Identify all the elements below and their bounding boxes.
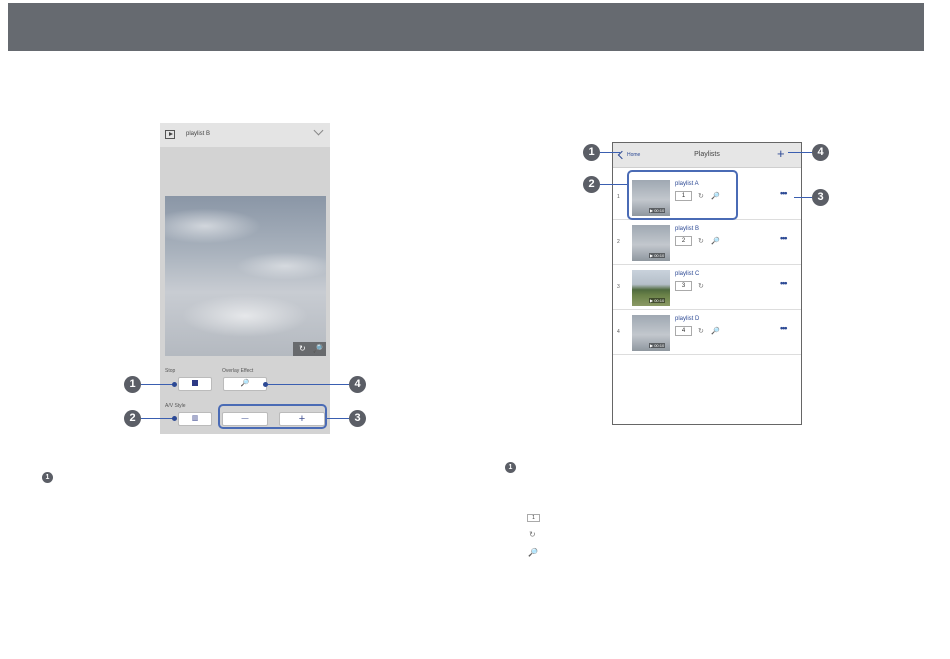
callout-1-left: 1	[124, 376, 141, 393]
magic-wand-icon: 🔎	[240, 380, 250, 387]
leader-line	[327, 418, 349, 419]
repeat-icon: ↻	[698, 283, 704, 290]
playlist-thumbnail: ▶ 00:10	[632, 315, 670, 351]
repeat-icon: ↻	[698, 328, 704, 335]
playlist-thumbnail: ▶ 00:10	[632, 225, 670, 261]
repeat-icon: ↻	[299, 344, 306, 353]
aspect-ratio-button[interactable]: ▥	[178, 412, 212, 426]
duration-label: ▶ 00:10	[649, 343, 666, 348]
callout-3-left: 3	[349, 410, 366, 427]
aspect-label: A/V Style	[165, 403, 186, 409]
playlist-title: playlist B	[186, 131, 211, 137]
add-playlist-button[interactable]: +	[777, 147, 785, 161]
callout-3-right: 3	[812, 189, 829, 206]
repeat-icon: ↻	[698, 238, 704, 245]
note-callout-right: 1	[505, 462, 516, 473]
duration-label: ▶ 00:10	[649, 298, 666, 303]
note-callout-left: 1	[42, 472, 53, 483]
item-count: 3	[675, 281, 692, 291]
leader-line	[266, 384, 349, 385]
effect-icon: 🔎	[313, 344, 323, 353]
playlist-thumbnail: ▶ 00:10	[632, 270, 670, 306]
playlists-header: Home Playlists +	[613, 143, 801, 168]
callout-4-left: 4	[349, 376, 366, 393]
preview-image: ↻ 🔎	[165, 196, 326, 356]
leader-dot	[263, 382, 268, 387]
callout-1-right: 1	[583, 144, 600, 161]
item-count: 2	[675, 236, 692, 246]
callout-2-right: 2	[583, 176, 600, 193]
duration-label: ▶ 00:10	[649, 253, 666, 258]
player-screen: playlist B ↻ 🔎 Stop Overlay Effect A/V S…	[160, 123, 330, 434]
playlist-name: playlist C	[675, 271, 700, 277]
row-number: 2	[617, 239, 620, 245]
playlist-row[interactable]: 2 ▶ 00:10 playlist B 2 ↻ 🔎 •••	[613, 221, 801, 265]
playlist-name: playlist D	[675, 316, 700, 322]
page-title: Playlists	[694, 151, 720, 158]
row-number: 1	[617, 194, 620, 200]
leader-line	[600, 184, 627, 185]
leader-dot	[172, 382, 177, 387]
more-options-button[interactable]: •••	[780, 323, 788, 333]
stop-button[interactable]	[178, 377, 212, 391]
more-options-button[interactable]: •••	[780, 188, 788, 198]
playlist-row[interactable]: 3 ▶ 00:10 playlist C 3 ↻ •••	[613, 266, 801, 310]
playlist-name: playlist B	[675, 226, 700, 232]
effect-icon: 🔎	[711, 238, 720, 245]
page-header-bar	[8, 3, 924, 51]
stop-icon	[192, 379, 198, 386]
callout-2-left: 2	[124, 410, 141, 427]
callout-4-right: 4	[812, 144, 829, 161]
leader-line	[794, 197, 812, 198]
stop-label: Stop	[165, 368, 176, 374]
player-header: playlist B	[160, 123, 330, 147]
overlay-effect-label: Overlay Effect	[222, 368, 254, 374]
more-options-button[interactable]: •••	[780, 233, 788, 243]
item-count: 4	[675, 326, 692, 336]
chevron-down-icon[interactable]	[313, 125, 324, 136]
leader-dot	[172, 416, 177, 421]
play-box-icon	[165, 130, 175, 139]
row-number: 4	[617, 329, 620, 335]
count-legend-box: 1	[527, 514, 540, 522]
leader-line	[141, 418, 175, 419]
playlist-row[interactable]: 4 ▶ 00:10 playlist D 4 ↻ 🔎 •••	[613, 311, 801, 355]
repeat-legend-icon: ↻	[529, 530, 536, 539]
effect-icon: 🔎	[711, 328, 720, 335]
more-options-button[interactable]: •••	[780, 278, 788, 288]
volume-highlight	[218, 404, 327, 429]
image-controls: ↻ 🔎	[293, 342, 326, 356]
effect-legend-icon: 🔎	[528, 548, 538, 557]
playlist-highlight	[627, 170, 738, 220]
row-number: 3	[617, 284, 620, 290]
leader-line	[788, 152, 812, 153]
leader-line	[141, 384, 175, 385]
overlay-effect-button[interactable]: 🔎	[223, 377, 267, 391]
leader-line	[600, 152, 620, 153]
aspect-ratio-icon: ▥	[191, 415, 199, 422]
